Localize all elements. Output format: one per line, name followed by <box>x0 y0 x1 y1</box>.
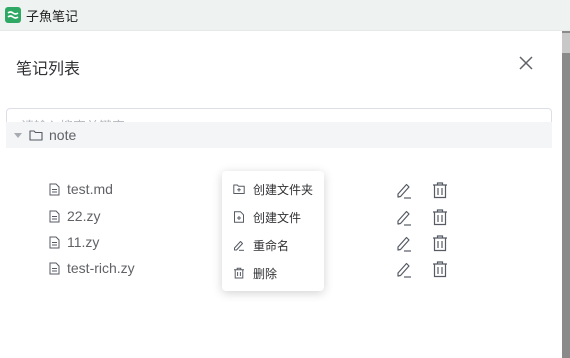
file-icon <box>49 262 60 275</box>
app-logo-icon <box>5 7 21 23</box>
menu-item-label: 创建文件夹 <box>253 183 314 197</box>
menu-item-label: 创建文件 <box>253 211 302 225</box>
title-bar: 子魚笔记 <box>0 0 570 31</box>
file-icon <box>49 236 60 249</box>
delete-icon[interactable] <box>432 181 448 199</box>
edit-icon[interactable] <box>395 260 412 278</box>
file-label: 22.zy <box>67 208 101 224</box>
file-label: 11.zy <box>67 234 100 250</box>
edit-icon[interactable] <box>395 234 412 252</box>
menu-item-delete[interactable]: 删除 <box>222 259 324 287</box>
file-icon <box>49 210 60 223</box>
delete-icon[interactable] <box>432 234 448 252</box>
background-window-edge <box>562 31 570 358</box>
menu-item-create-folder[interactable]: 创建文件夹 <box>222 175 324 203</box>
delete-icon[interactable] <box>432 260 448 278</box>
edit-icon[interactable] <box>395 181 412 199</box>
file-icon <box>49 183 60 196</box>
close-icon[interactable] <box>516 53 536 73</box>
trash-icon <box>234 267 244 279</box>
delete-icon[interactable] <box>432 208 448 226</box>
edit-icon[interactable] <box>395 208 412 226</box>
tree-root-folder[interactable]: note <box>6 122 552 148</box>
file-label: test.md <box>67 181 113 197</box>
app-title: 子魚笔记 <box>26 9 79 25</box>
caret-down-icon[interactable] <box>14 132 22 138</box>
dialog-title: 笔记列表 <box>16 59 81 78</box>
file-label: test-rich.zy <box>67 260 135 276</box>
folder-plus-icon <box>233 184 245 194</box>
context-menu: 创建文件夹 创建文件 重命名 删除 <box>222 171 324 291</box>
menu-item-rename[interactable]: 重命名 <box>222 231 324 259</box>
menu-item-create-file[interactable]: 创建文件 <box>222 203 324 231</box>
file-plus-icon <box>234 211 244 223</box>
menu-item-label: 重命名 <box>253 239 290 253</box>
background-window-edge-highlight <box>562 33 570 53</box>
tree-root-label: note <box>49 127 77 143</box>
pencil-icon <box>234 241 244 251</box>
folder-icon <box>29 130 43 141</box>
menu-item-label: 删除 <box>253 267 278 281</box>
